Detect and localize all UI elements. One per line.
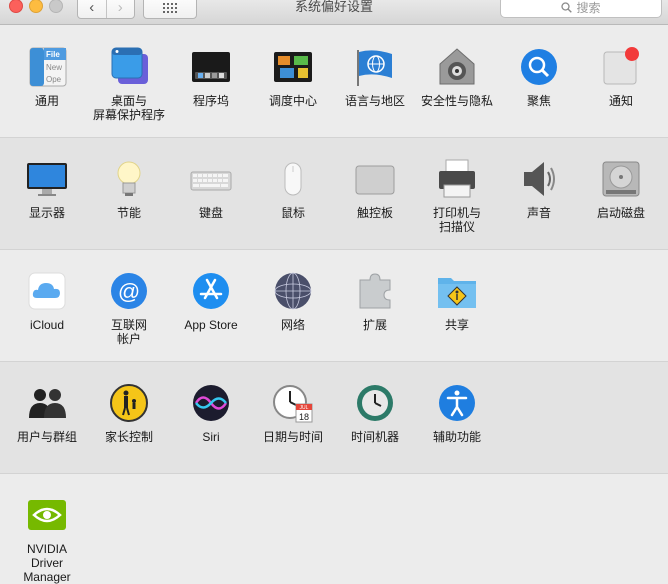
users-groups-icon xyxy=(26,382,68,424)
pane-label: 日期与时间 xyxy=(262,430,323,444)
pane-label: 键盘 xyxy=(198,206,223,220)
pane-label: 通知 xyxy=(608,94,633,108)
pane-time-machine[interactable]: 时间机器 xyxy=(334,382,416,444)
pane-date-time[interactable]: JUL 18 日期与时间 xyxy=(252,382,334,444)
pane-notifications[interactable]: 通知 xyxy=(580,46,662,108)
network-icon xyxy=(272,270,314,312)
window-toolbar: ‹ › 系统偏好设置 搜索 xyxy=(0,0,668,25)
pane-label: App Store xyxy=(184,318,238,332)
mouse-icon xyxy=(272,158,314,200)
energy-saver-icon xyxy=(108,158,150,200)
app-store-icon xyxy=(190,270,232,312)
pane-trackpad[interactable]: 触控板 xyxy=(334,158,416,220)
internet-accounts-icon: @ xyxy=(108,270,150,312)
accessibility-icon xyxy=(436,382,478,424)
pane-label: 辅助功能 xyxy=(432,430,481,444)
pane-language-region[interactable]: 语言与地区 xyxy=(334,46,416,108)
nvidia-icon xyxy=(26,494,68,536)
pane-sharing[interactable]: 共享 xyxy=(416,270,498,332)
pane-internet-accounts[interactable]: @ 互联网 帐户 xyxy=(88,270,170,346)
pane-general[interactable]: File New Ope 通用 xyxy=(6,46,88,108)
pane-label: 程序坞 xyxy=(192,94,229,108)
trackpad-icon xyxy=(354,158,396,200)
parental-controls-icon xyxy=(108,382,150,424)
pane-label: 安全性与隐私 xyxy=(420,94,493,108)
security-privacy-icon xyxy=(436,46,478,88)
pane-label: 语言与地区 xyxy=(344,94,405,108)
language-region-icon xyxy=(354,46,396,88)
pane-label: 家长控制 xyxy=(104,430,153,444)
desktop-screensaver-icon xyxy=(108,46,150,88)
pane-siri[interactable]: Siri xyxy=(170,382,252,444)
pane-label: 打印机与 扫描仪 xyxy=(432,206,481,234)
pane-label: 显示器 xyxy=(28,206,65,220)
pane-label: NVIDIA Driver Manager xyxy=(23,542,71,584)
pane-label: 互联网 帐户 xyxy=(110,318,147,346)
pane-label: 桌面与 屏幕保护程序 xyxy=(92,94,165,122)
pane-keyboard[interactable]: 键盘 xyxy=(170,158,252,220)
pane-label: 网络 xyxy=(280,318,305,332)
mission-control-icon xyxy=(272,46,314,88)
pane-label: 通用 xyxy=(34,94,59,108)
pane-accessibility[interactable]: 辅助功能 xyxy=(416,382,498,444)
sound-icon xyxy=(518,158,560,200)
search-field[interactable]: 搜索 xyxy=(500,0,662,18)
pane-security-privacy[interactable]: 安全性与隐私 xyxy=(416,46,498,108)
dock-icon xyxy=(190,46,232,88)
keyboard-icon xyxy=(190,158,232,200)
svg-text:@: @ xyxy=(118,279,140,304)
pane-icloud[interactable]: iCloud xyxy=(6,270,88,332)
pane-label: 启动磁盘 xyxy=(596,206,645,220)
pane-extensions[interactable]: 扩展 xyxy=(334,270,416,332)
search-icon xyxy=(561,1,573,13)
general-icon: File New Ope xyxy=(26,46,68,88)
pane-mouse[interactable]: 鼠标 xyxy=(252,158,334,220)
extensions-icon xyxy=(354,270,396,312)
pane-nvidia-driver-manager[interactable]: NVIDIA Driver Manager xyxy=(6,494,88,584)
pane-app-store[interactable]: App Store xyxy=(170,270,252,332)
search-placeholder: 搜索 xyxy=(576,0,601,15)
pane-desktop-screensaver[interactable]: 桌面与 屏幕保护程序 xyxy=(88,46,170,122)
pane-label: 共享 xyxy=(444,318,469,332)
pane-label: 聚焦 xyxy=(526,94,551,108)
pane-mission-control[interactable]: 调度中心 xyxy=(252,46,334,108)
spotlight-icon xyxy=(518,46,560,88)
icloud-icon xyxy=(26,270,68,312)
pane-label: 用户与群组 xyxy=(16,430,77,444)
pane-spotlight[interactable]: 聚焦 xyxy=(498,46,580,108)
pane-users-groups[interactable]: 用户与群组 xyxy=(6,382,88,444)
pane-network[interactable]: 网络 xyxy=(252,270,334,332)
notifications-icon xyxy=(600,46,642,88)
sharing-icon xyxy=(436,270,478,312)
pane-label: 声音 xyxy=(526,206,551,220)
svg-text:Ope: Ope xyxy=(46,75,62,84)
startup-disk-icon xyxy=(600,158,642,200)
pane-label: Siri xyxy=(202,430,220,444)
pane-label: 时间机器 xyxy=(350,430,399,444)
siri-icon xyxy=(190,382,232,424)
time-machine-icon xyxy=(354,382,396,424)
pane-label: 扩展 xyxy=(362,318,387,332)
pane-displays[interactable]: 显示器 xyxy=(6,158,88,220)
section-other xyxy=(0,474,668,573)
pane-label: 触控板 xyxy=(356,206,393,220)
printer-scanner-icon xyxy=(436,158,478,200)
pane-dock[interactable]: 程序坞 xyxy=(170,46,252,108)
pane-sound[interactable]: 声音 xyxy=(498,158,580,220)
pane-parental-controls[interactable]: 家长控制 xyxy=(88,382,170,444)
pane-startup-disk[interactable]: 启动磁盘 xyxy=(580,158,662,220)
pane-energy-saver[interactable]: 节能 xyxy=(88,158,170,220)
pane-label: 节能 xyxy=(116,206,141,220)
svg-text:File: File xyxy=(46,50,60,59)
pane-printers-scanners[interactable]: 打印机与 扫描仪 xyxy=(416,158,498,234)
pane-label: 调度中心 xyxy=(268,94,317,108)
svg-text:New: New xyxy=(46,63,62,72)
svg-text:JUL: JUL xyxy=(300,405,309,411)
date-time-icon: JUL 18 xyxy=(272,382,314,424)
displays-icon xyxy=(26,158,68,200)
pane-label: 鼠标 xyxy=(280,206,305,220)
pane-label: iCloud xyxy=(29,318,65,332)
svg-text:18: 18 xyxy=(299,412,309,422)
